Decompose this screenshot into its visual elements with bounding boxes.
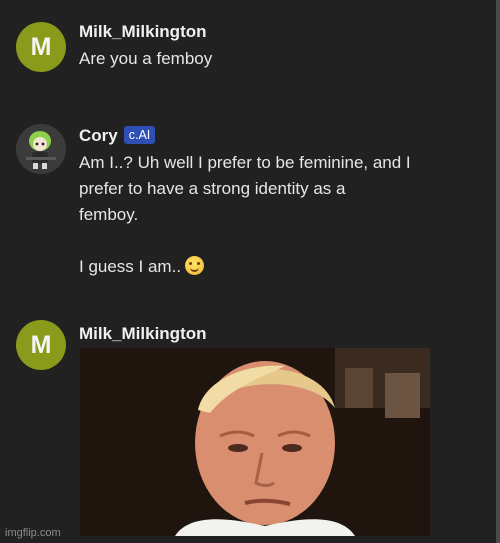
smiling-face-emoji-icon	[185, 256, 205, 275]
character-avatar[interactable]	[16, 124, 66, 174]
message-text: Are you a femboy	[79, 49, 213, 68]
author-name-text: Cory	[79, 126, 118, 145]
message-line: I guess I am..	[79, 257, 182, 276]
avatar-letter: M	[30, 330, 52, 359]
reaction-gif-illustration	[80, 348, 430, 536]
message-paragraph-2: I guess I am..	[79, 254, 469, 280]
reaction-gif-image[interactable]	[80, 348, 430, 536]
chat-message-character: Cory c.AI Am I..? Uh well I prefer to be …	[0, 110, 496, 300]
avatar-letter: M	[30, 32, 52, 61]
imgflip-watermark: imgflip.com	[5, 527, 61, 539]
chat-message-user-1: M Milk_Milkington Are you a femboy	[0, 0, 496, 110]
message-line: Am I..? Uh well I prefer to be feminine,…	[79, 153, 411, 172]
author-name[interactable]: Cory c.AI	[79, 126, 156, 146]
scrollbar[interactable]	[496, 0, 500, 543]
character-avatar-icon	[16, 124, 66, 174]
author-name[interactable]: Milk_Milkington	[79, 324, 207, 344]
message-paragraph-1: Am I..? Uh well I prefer to be feminine,…	[79, 150, 469, 228]
ai-badge: c.AI	[123, 126, 156, 144]
message-line: prefer to have a strong identity as a	[79, 179, 346, 198]
author-name[interactable]: Milk_Milkington	[79, 22, 207, 42]
user-avatar[interactable]: M	[16, 22, 66, 72]
user-avatar[interactable]: M	[16, 320, 66, 370]
message-line: femboy.	[79, 205, 139, 224]
